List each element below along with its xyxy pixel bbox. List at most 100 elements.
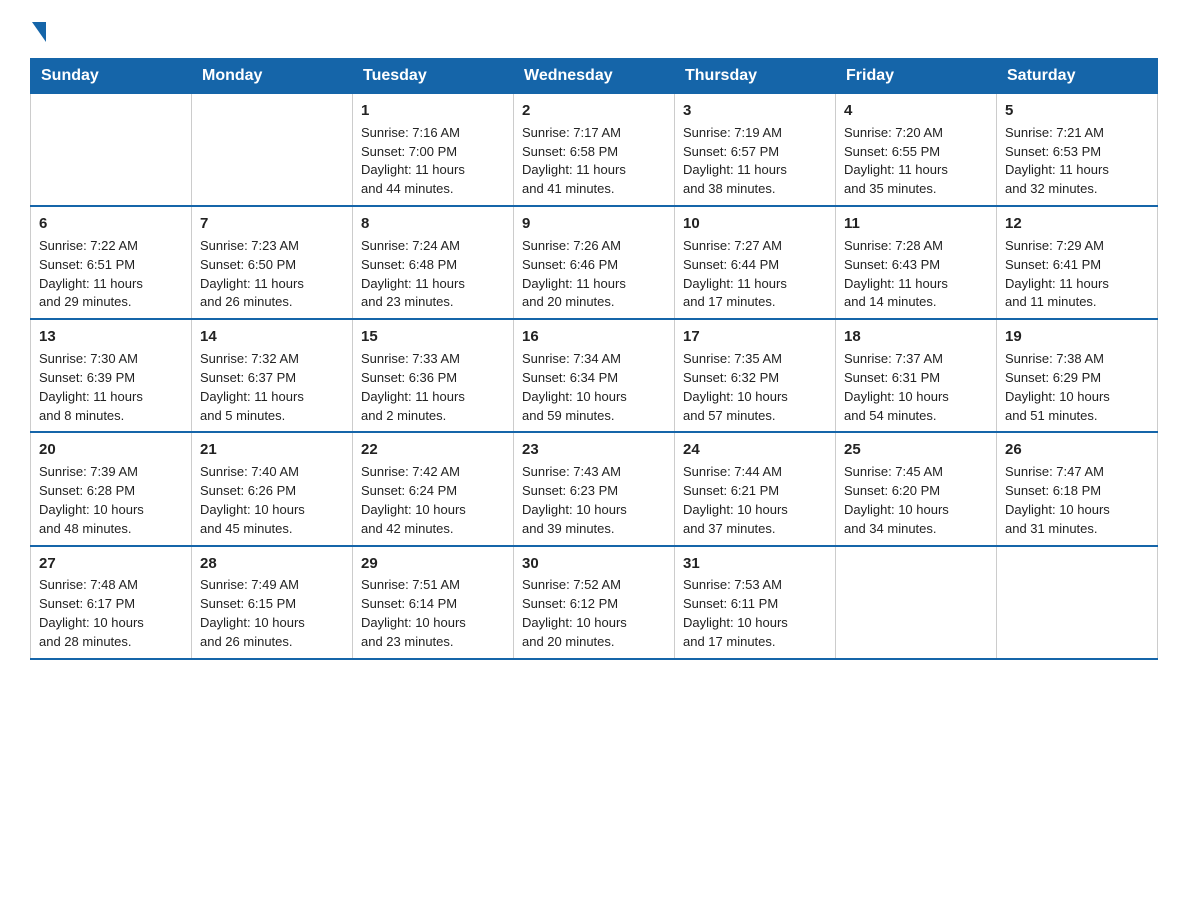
- day-number: 19: [1005, 326, 1149, 348]
- day-number: 15: [361, 326, 505, 348]
- calendar-cell: 26Sunrise: 7:47 AMSunset: 6:18 PMDayligh…: [997, 432, 1158, 545]
- day-info: Sunrise: 7:22 AMSunset: 6:51 PMDaylight:…: [39, 237, 183, 312]
- calendar-table: SundayMondayTuesdayWednesdayThursdayFrid…: [30, 58, 1158, 660]
- day-info: Sunrise: 7:28 AMSunset: 6:43 PMDaylight:…: [844, 237, 988, 312]
- day-info: Sunrise: 7:27 AMSunset: 6:44 PMDaylight:…: [683, 237, 827, 312]
- calendar-cell: 5Sunrise: 7:21 AMSunset: 6:53 PMDaylight…: [997, 94, 1158, 207]
- day-info: Sunrise: 7:53 AMSunset: 6:11 PMDaylight:…: [683, 576, 827, 651]
- day-number: 2: [522, 100, 666, 122]
- calendar-cell: [31, 94, 192, 207]
- day-info: Sunrise: 7:20 AMSunset: 6:55 PMDaylight:…: [844, 124, 988, 199]
- calendar-cell: 8Sunrise: 7:24 AMSunset: 6:48 PMDaylight…: [353, 206, 514, 319]
- day-number: 13: [39, 326, 183, 348]
- calendar-cell: 29Sunrise: 7:51 AMSunset: 6:14 PMDayligh…: [353, 546, 514, 659]
- calendar-week-row: 20Sunrise: 7:39 AMSunset: 6:28 PMDayligh…: [31, 432, 1158, 545]
- day-number: 24: [683, 439, 827, 461]
- logo-arrow-icon: [32, 22, 46, 42]
- calendar-cell: 6Sunrise: 7:22 AMSunset: 6:51 PMDaylight…: [31, 206, 192, 319]
- calendar-week-row: 27Sunrise: 7:48 AMSunset: 6:17 PMDayligh…: [31, 546, 1158, 659]
- day-number: 31: [683, 553, 827, 575]
- day-number: 21: [200, 439, 344, 461]
- calendar-week-row: 1Sunrise: 7:16 AMSunset: 7:00 PMDaylight…: [31, 94, 1158, 207]
- day-header-monday: Monday: [192, 59, 353, 94]
- day-info: Sunrise: 7:29 AMSunset: 6:41 PMDaylight:…: [1005, 237, 1149, 312]
- calendar-week-row: 6Sunrise: 7:22 AMSunset: 6:51 PMDaylight…: [31, 206, 1158, 319]
- day-header-thursday: Thursday: [675, 59, 836, 94]
- day-number: 5: [1005, 100, 1149, 122]
- day-info: Sunrise: 7:16 AMSunset: 7:00 PMDaylight:…: [361, 124, 505, 199]
- day-number: 25: [844, 439, 988, 461]
- day-info: Sunrise: 7:44 AMSunset: 6:21 PMDaylight:…: [683, 463, 827, 538]
- day-number: 12: [1005, 213, 1149, 235]
- day-header-sunday: Sunday: [31, 59, 192, 94]
- day-info: Sunrise: 7:42 AMSunset: 6:24 PMDaylight:…: [361, 463, 505, 538]
- day-number: 14: [200, 326, 344, 348]
- logo-area: [30, 20, 48, 40]
- day-info: Sunrise: 7:48 AMSunset: 6:17 PMDaylight:…: [39, 576, 183, 651]
- day-info: Sunrise: 7:47 AMSunset: 6:18 PMDaylight:…: [1005, 463, 1149, 538]
- calendar-cell: [997, 546, 1158, 659]
- calendar-cell: 21Sunrise: 7:40 AMSunset: 6:26 PMDayligh…: [192, 432, 353, 545]
- day-info: Sunrise: 7:19 AMSunset: 6:57 PMDaylight:…: [683, 124, 827, 199]
- day-info: Sunrise: 7:38 AMSunset: 6:29 PMDaylight:…: [1005, 350, 1149, 425]
- day-number: 11: [844, 213, 988, 235]
- calendar-cell: 23Sunrise: 7:43 AMSunset: 6:23 PMDayligh…: [514, 432, 675, 545]
- calendar-cell: 22Sunrise: 7:42 AMSunset: 6:24 PMDayligh…: [353, 432, 514, 545]
- calendar-cell: 10Sunrise: 7:27 AMSunset: 6:44 PMDayligh…: [675, 206, 836, 319]
- day-info: Sunrise: 7:45 AMSunset: 6:20 PMDaylight:…: [844, 463, 988, 538]
- day-info: Sunrise: 7:39 AMSunset: 6:28 PMDaylight:…: [39, 463, 183, 538]
- calendar-cell: 11Sunrise: 7:28 AMSunset: 6:43 PMDayligh…: [836, 206, 997, 319]
- day-info: Sunrise: 7:17 AMSunset: 6:58 PMDaylight:…: [522, 124, 666, 199]
- day-info: Sunrise: 7:52 AMSunset: 6:12 PMDaylight:…: [522, 576, 666, 651]
- calendar-week-row: 13Sunrise: 7:30 AMSunset: 6:39 PMDayligh…: [31, 319, 1158, 432]
- day-number: 9: [522, 213, 666, 235]
- day-info: Sunrise: 7:26 AMSunset: 6:46 PMDaylight:…: [522, 237, 666, 312]
- calendar-cell: 18Sunrise: 7:37 AMSunset: 6:31 PMDayligh…: [836, 319, 997, 432]
- day-info: Sunrise: 7:37 AMSunset: 6:31 PMDaylight:…: [844, 350, 988, 425]
- calendar-cell: 14Sunrise: 7:32 AMSunset: 6:37 PMDayligh…: [192, 319, 353, 432]
- day-header-saturday: Saturday: [997, 59, 1158, 94]
- day-number: 27: [39, 553, 183, 575]
- calendar-cell: 15Sunrise: 7:33 AMSunset: 6:36 PMDayligh…: [353, 319, 514, 432]
- day-number: 6: [39, 213, 183, 235]
- day-header-wednesday: Wednesday: [514, 59, 675, 94]
- calendar-cell: 31Sunrise: 7:53 AMSunset: 6:11 PMDayligh…: [675, 546, 836, 659]
- logo: [30, 20, 48, 40]
- day-info: Sunrise: 7:51 AMSunset: 6:14 PMDaylight:…: [361, 576, 505, 651]
- calendar-cell: 24Sunrise: 7:44 AMSunset: 6:21 PMDayligh…: [675, 432, 836, 545]
- day-number: 3: [683, 100, 827, 122]
- day-info: Sunrise: 7:40 AMSunset: 6:26 PMDaylight:…: [200, 463, 344, 538]
- calendar-cell: 12Sunrise: 7:29 AMSunset: 6:41 PMDayligh…: [997, 206, 1158, 319]
- day-header-friday: Friday: [836, 59, 997, 94]
- day-info: Sunrise: 7:24 AMSunset: 6:48 PMDaylight:…: [361, 237, 505, 312]
- day-number: 16: [522, 326, 666, 348]
- calendar-cell: 25Sunrise: 7:45 AMSunset: 6:20 PMDayligh…: [836, 432, 997, 545]
- day-number: 22: [361, 439, 505, 461]
- day-info: Sunrise: 7:34 AMSunset: 6:34 PMDaylight:…: [522, 350, 666, 425]
- day-number: 18: [844, 326, 988, 348]
- day-number: 23: [522, 439, 666, 461]
- day-number: 7: [200, 213, 344, 235]
- calendar-cell: 13Sunrise: 7:30 AMSunset: 6:39 PMDayligh…: [31, 319, 192, 432]
- calendar-cell: 20Sunrise: 7:39 AMSunset: 6:28 PMDayligh…: [31, 432, 192, 545]
- calendar-cell: 7Sunrise: 7:23 AMSunset: 6:50 PMDaylight…: [192, 206, 353, 319]
- day-info: Sunrise: 7:35 AMSunset: 6:32 PMDaylight:…: [683, 350, 827, 425]
- calendar-header-row: SundayMondayTuesdayWednesdayThursdayFrid…: [31, 59, 1158, 94]
- day-number: 8: [361, 213, 505, 235]
- day-number: 26: [1005, 439, 1149, 461]
- calendar-cell: [192, 94, 353, 207]
- day-number: 1: [361, 100, 505, 122]
- page-header: [30, 20, 1158, 40]
- calendar-cell: 4Sunrise: 7:20 AMSunset: 6:55 PMDaylight…: [836, 94, 997, 207]
- calendar-cell: 17Sunrise: 7:35 AMSunset: 6:32 PMDayligh…: [675, 319, 836, 432]
- day-number: 20: [39, 439, 183, 461]
- day-info: Sunrise: 7:49 AMSunset: 6:15 PMDaylight:…: [200, 576, 344, 651]
- day-info: Sunrise: 7:43 AMSunset: 6:23 PMDaylight:…: [522, 463, 666, 538]
- calendar-cell: 1Sunrise: 7:16 AMSunset: 7:00 PMDaylight…: [353, 94, 514, 207]
- calendar-cell: 16Sunrise: 7:34 AMSunset: 6:34 PMDayligh…: [514, 319, 675, 432]
- day-number: 29: [361, 553, 505, 575]
- day-number: 30: [522, 553, 666, 575]
- calendar-cell: 27Sunrise: 7:48 AMSunset: 6:17 PMDayligh…: [31, 546, 192, 659]
- calendar-cell: 3Sunrise: 7:19 AMSunset: 6:57 PMDaylight…: [675, 94, 836, 207]
- day-number: 28: [200, 553, 344, 575]
